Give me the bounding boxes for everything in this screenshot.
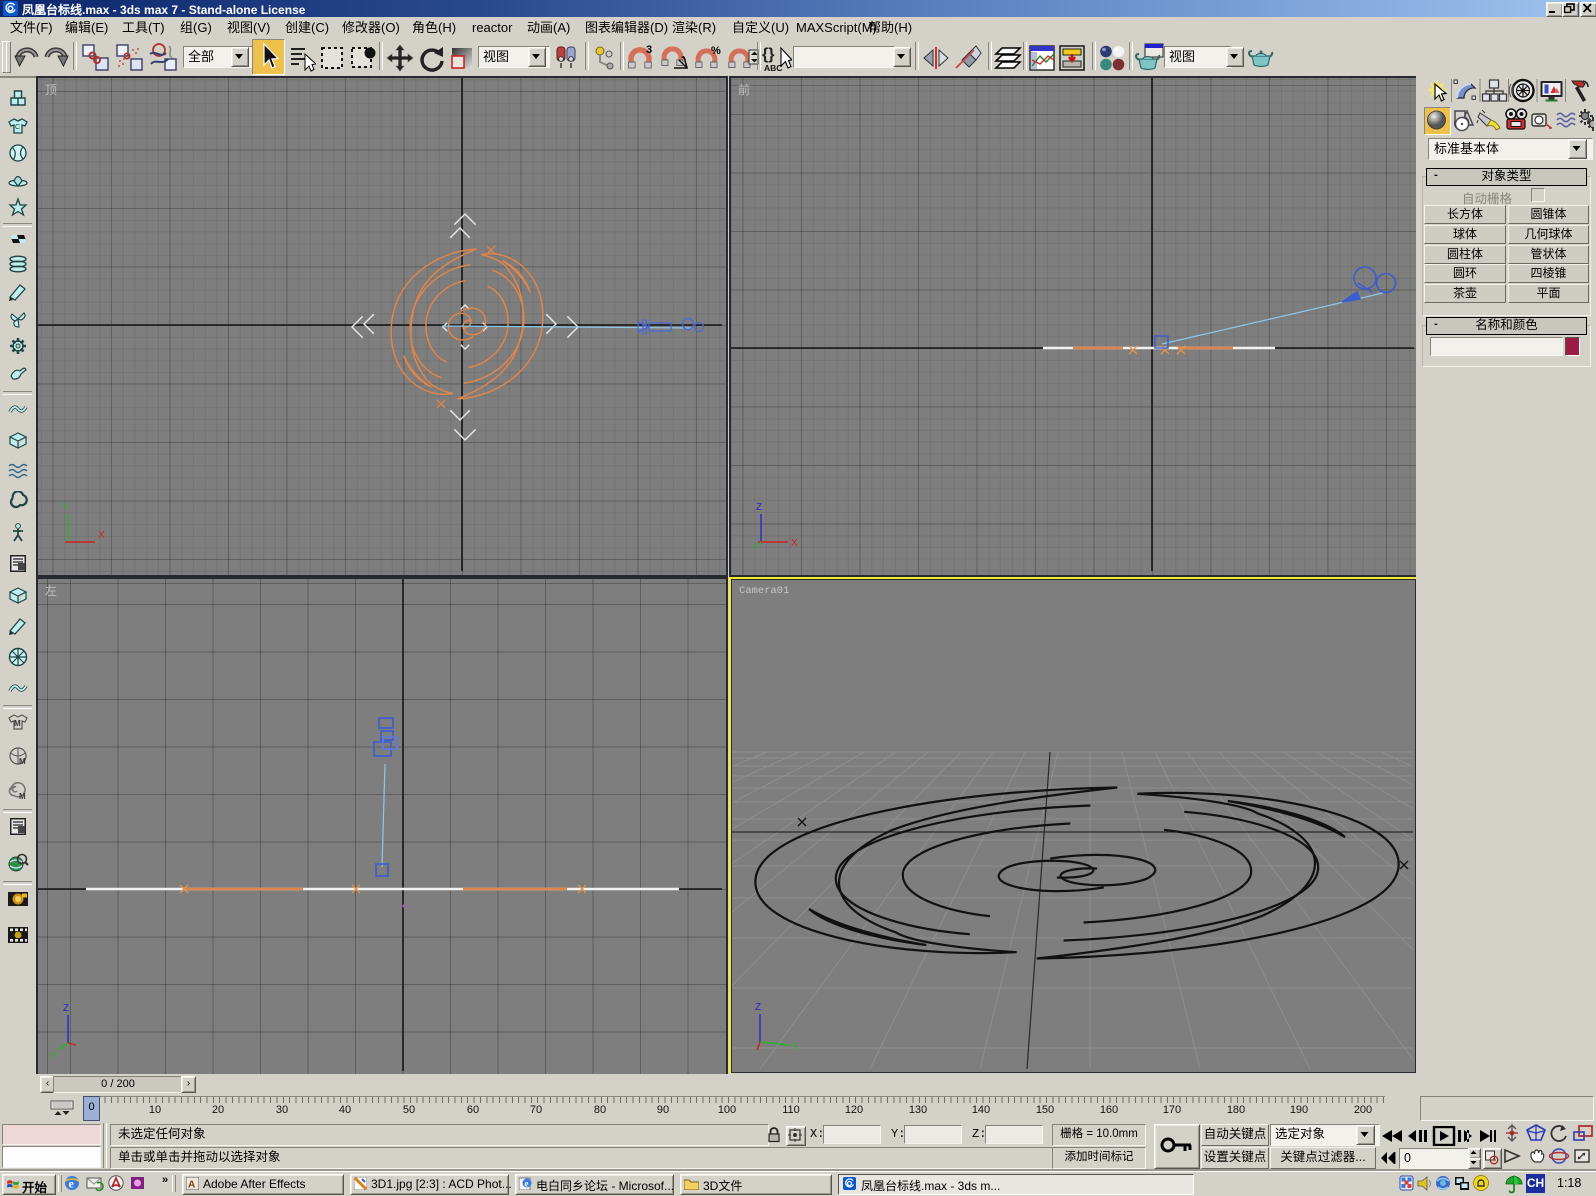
svg-text:Camera01: Camera01 — [739, 585, 789, 597]
svg-text:X: X — [98, 530, 105, 541]
svg-text:e: e — [525, 1179, 529, 1189]
svg-text:Z: Z — [755, 1002, 761, 1013]
svg-text:{}: {} — [762, 46, 774, 63]
svg-text:Y: Y — [62, 502, 69, 513]
svg-text:A: A — [188, 1180, 195, 1191]
svg-text:X: X — [791, 538, 798, 549]
svg-text:Z: Z — [63, 1003, 69, 1014]
svg-text:3: 3 — [646, 44, 652, 56]
svg-text:前: 前 — [738, 82, 750, 97]
svg-text:Y: Y — [792, 1042, 799, 1053]
svg-text:左: 左 — [45, 583, 57, 598]
svg-text:Z: Z — [756, 502, 762, 513]
svg-text:Y: Y — [50, 1051, 57, 1062]
svg-text:%: % — [711, 45, 721, 57]
svg-text:顶: 顶 — [45, 83, 57, 97]
svg-text:ABC: ABC — [764, 63, 782, 73]
